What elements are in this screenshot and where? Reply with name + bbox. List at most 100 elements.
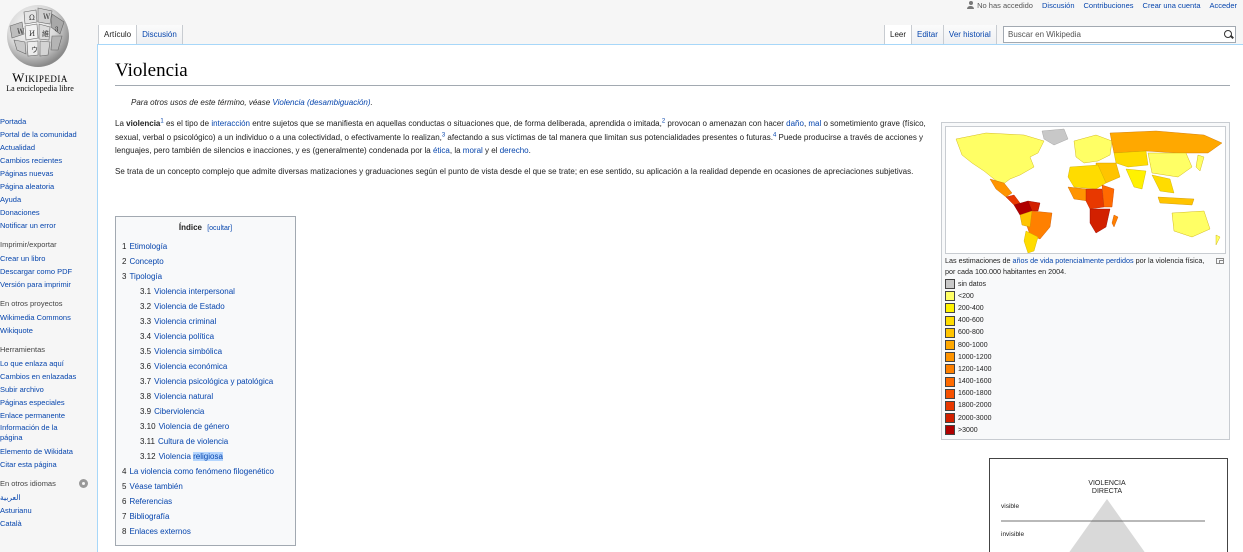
sidebar-item-wikidata[interactable]: Elemento de Wikidata (0, 447, 73, 456)
wikipedia-logo[interactable]: W Ω W И 維 ウ ვ Wikipedia La enciclopedia … (0, 0, 98, 100)
toc-link[interactable]: Violencia psicológica y patológica (154, 377, 273, 386)
tab-discusion[interactable]: Discusión (137, 25, 183, 44)
search-icon[interactable] (1221, 28, 1235, 42)
toc-link[interactable]: Violencia de género (159, 422, 230, 431)
toc-link[interactable]: Concepto (129, 257, 163, 266)
diagram-title: VIOLENCIA DIRECTA (1088, 480, 1126, 495)
toc-toggle-link[interactable]: [ocultar] (207, 225, 232, 232)
toc-item[interactable]: 2 Concepto (122, 254, 289, 269)
magnify-icon[interactable] (1216, 258, 1224, 264)
toc-link[interactable]: Violencia política (154, 332, 214, 341)
sidebar-item-cambios-recientes[interactable]: Cambios recientes (0, 156, 62, 165)
sidebar-item-cambios-enlazadas[interactable]: Cambios en enlazadas (0, 372, 76, 381)
toc-item[interactable]: 1 Etimología (122, 239, 289, 254)
sidebar-item-portal-comunidad[interactable]: Portal de la comunidad (0, 130, 77, 139)
toc-item[interactable]: 3.10 Violencia de género (122, 419, 289, 434)
sidebar-item-ayuda[interactable]: Ayuda (0, 195, 21, 204)
toc-item[interactable]: 3 Tipología (122, 269, 289, 284)
toc-item[interactable]: 3.4 Violencia política (122, 329, 289, 344)
personal-link-create-account[interactable]: Crear una cuenta (1143, 1, 1201, 10)
sidebar-item-citar-pagina[interactable]: Citar esta página (0, 460, 57, 469)
toc-highlight: religiosa (193, 452, 223, 461)
toc-link[interactable]: Violencia simbólica (154, 347, 222, 356)
toc-link[interactable]: Enlaces externos (129, 527, 190, 536)
world-map-image[interactable] (945, 126, 1226, 254)
sidebar-item-descargar-pdf[interactable]: Descargar como PDF (0, 267, 72, 276)
link-interaccion[interactable]: interacción (211, 119, 250, 128)
sidebar-item-wikiquote[interactable]: Wikiquote (0, 326, 33, 335)
toc-item[interactable]: 3.1 Violencia interpersonal (122, 284, 289, 299)
toc-item[interactable]: 3.3 Violencia criminal (122, 314, 289, 329)
caption-link[interactable]: años de vida potencialmente perdidos (1013, 256, 1134, 265)
sidebar-item-paginas-nuevas[interactable]: Páginas nuevas (0, 169, 53, 178)
toc-item[interactable]: 8 Enlaces externos (122, 524, 289, 539)
link-mal[interactable]: mal (808, 119, 821, 128)
sidebar-item-enlaza-aqui[interactable]: Lo que enlaza aquí (0, 359, 64, 368)
toc-link[interactable]: Violencia religiosa (159, 452, 223, 461)
tab-editar[interactable]: Editar (912, 25, 944, 44)
sidebar-languages-label: En otros idiomas (0, 479, 56, 488)
toc-link[interactable]: Referencias (129, 497, 172, 506)
toc-item[interactable]: 3.7 Violencia psicológica y patológica (122, 374, 289, 389)
toc-item[interactable]: 3.9 Ciberviolencia (122, 404, 289, 419)
sidebar-item-notificar-error[interactable]: Notificar un error (0, 221, 56, 230)
sidebar-item-informacion-pagina[interactable]: Información de la página (0, 423, 58, 442)
toc-link[interactable]: La violencia como fenómeno filogenético (129, 467, 274, 476)
link-moral[interactable]: moral (463, 146, 483, 155)
sidebar-lang-arabic[interactable]: العربية (0, 493, 21, 502)
personal-link-login[interactable]: Acceder (1209, 1, 1237, 10)
toc-item[interactable]: 7 Bibliografía (122, 509, 289, 524)
toc-link[interactable]: Violencia interpersonal (154, 287, 235, 296)
toc-item[interactable]: 3.11 Cultura de violencia (122, 434, 289, 449)
sidebar-item-portada[interactable]: Portada (0, 117, 26, 126)
sidebar-item-version-imprimir[interactable]: Versión para imprimir (0, 280, 71, 289)
sidebar-item-actualidad[interactable]: Actualidad (0, 143, 35, 152)
toc-link[interactable]: Bibliografía (129, 512, 169, 521)
personal-link-talk[interactable]: Discusión (1042, 1, 1075, 10)
toc-item[interactable]: 3.5 Violencia simbólica (122, 344, 289, 359)
toc-link[interactable]: Violencia criminal (154, 317, 216, 326)
sidebar-item-pagina-aleatoria[interactable]: Página aleatoria (0, 182, 54, 191)
toc-link[interactable]: Véase también (129, 482, 182, 491)
toc-link[interactable]: Cultura de violencia (158, 437, 228, 446)
toc-item[interactable]: 3.8 Violencia natural (122, 389, 289, 404)
toc-item[interactable]: 3.12 Violencia religiosa (122, 449, 289, 464)
toc-number: 8 (122, 527, 127, 536)
sidebar-item-donaciones[interactable]: Donaciones (0, 208, 40, 217)
toc-item[interactable]: 5 Véase también (122, 479, 289, 494)
sidebar-item-enlace-permanente[interactable]: Enlace permanente (0, 411, 65, 420)
sidebar-lang-asturianu[interactable]: Asturianu (0, 506, 32, 515)
hatnote-link[interactable]: Violencia (desambiguación) (272, 98, 370, 107)
toc-link[interactable]: Ciberviolencia (154, 407, 204, 416)
sidebar-lang-catala[interactable]: Català (0, 519, 22, 528)
legend-item: 800-1000 (945, 339, 1226, 351)
toc-item[interactable]: 3.2 Violencia de Estado (122, 299, 289, 314)
toc-link[interactable]: Violencia económica (154, 362, 227, 371)
sidebar-item-subir-archivo[interactable]: Subir archivo (0, 385, 44, 394)
sidebar-item-paginas-especiales[interactable]: Páginas especiales (0, 398, 65, 407)
sidebar-item-commons[interactable]: Wikimedia Commons (0, 313, 71, 322)
sidebar-print: Crear un libro Descargar como PDF Versió… (0, 252, 96, 291)
toc-link[interactable]: Violencia de Estado (154, 302, 225, 311)
sidebar-item-crear-libro[interactable]: Crear un libro (0, 254, 45, 263)
toc-link[interactable]: Tipología (129, 272, 162, 281)
violence-triangle-diagram[interactable]: VIOLENCIA DIRECTA visible invisible (989, 458, 1228, 552)
toc-link[interactable]: Violencia natural (154, 392, 213, 401)
map-thumbnail: Las estimaciones de años de vida potenci… (941, 122, 1230, 440)
toc-item[interactable]: 6 Referencias (122, 494, 289, 509)
link-etica[interactable]: ética (433, 146, 450, 155)
toc-link[interactable]: Etimología (129, 242, 167, 251)
search-input[interactable] (1004, 27, 1221, 42)
tab-articulo[interactable]: Artículo (98, 25, 138, 44)
gear-icon[interactable] (79, 479, 88, 488)
personal-link-contributions[interactable]: Contribuciones (1084, 1, 1134, 10)
toc-number: 3.1 (140, 287, 152, 296)
link-dano[interactable]: daño (786, 119, 804, 128)
tab-ver-historial[interactable]: Ver historial (943, 25, 997, 44)
text: entre sujetos que se manifiesta en aquel… (250, 119, 662, 128)
toc-number: 3.12 (140, 452, 156, 461)
tab-leer[interactable]: Leer (884, 25, 913, 44)
toc-item[interactable]: 3.6 Violencia económica (122, 359, 289, 374)
toc-item[interactable]: 4 La violencia como fenómeno filogenético (122, 464, 289, 479)
link-derecho[interactable]: derecho (500, 146, 529, 155)
